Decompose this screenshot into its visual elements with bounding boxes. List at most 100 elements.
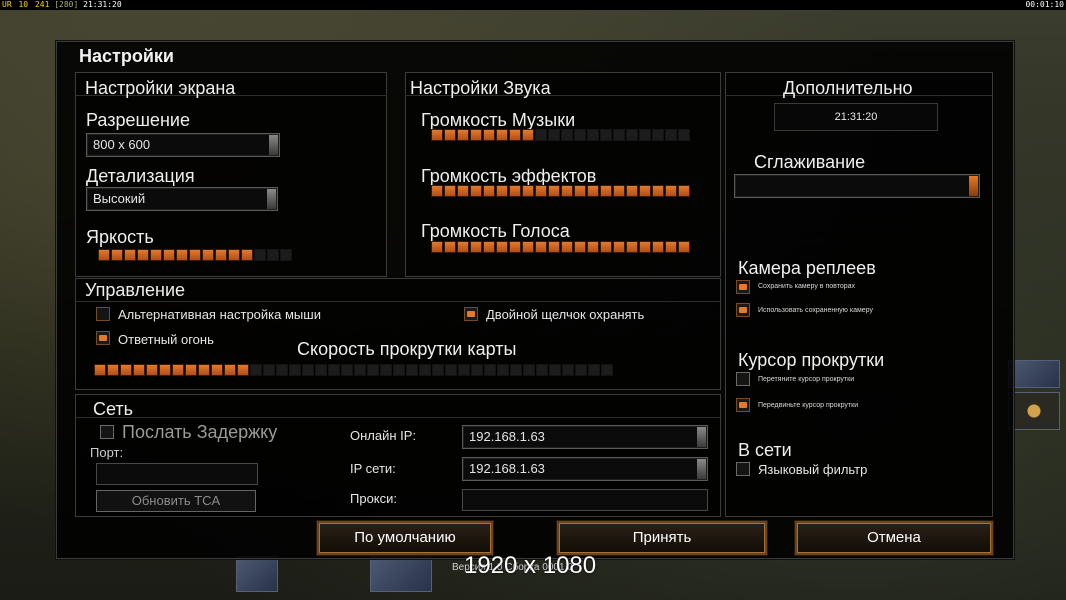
replay-save-camera-checkbox[interactable] (736, 280, 750, 294)
slider-segment (548, 185, 560, 197)
scroll-move-label: Передвиньте курсор прокрутки (758, 402, 859, 409)
slider-segment (562, 364, 574, 376)
slider-segment (107, 364, 119, 376)
language-filter-label: Языковый фильтр (758, 462, 868, 477)
antialias-select[interactable] (734, 174, 980, 198)
topbar-n2: 241 (34, 0, 50, 9)
scroll-speed-slider[interactable] (94, 364, 613, 378)
slider-segment (626, 129, 638, 141)
slider-segment (587, 241, 599, 253)
background-unit-tile (236, 556, 278, 592)
slider-segment (280, 249, 292, 261)
slider-segment (176, 249, 188, 261)
slider-segment (431, 129, 443, 141)
double-click-guard-label: Двойной щелчок охранять (486, 307, 645, 322)
slider-segment (600, 241, 612, 253)
online-ip-select[interactable]: 192.168.1.63 (462, 425, 708, 449)
scroll-drag-checkbox[interactable] (736, 372, 750, 386)
return-fire-checkbox[interactable] (96, 331, 110, 345)
online-header: В сети (738, 440, 792, 460)
slider-segment (393, 364, 405, 376)
lan-ip-select[interactable]: 192.168.1.63 (462, 457, 708, 481)
slider-segment (549, 364, 561, 376)
slider-segment (328, 364, 340, 376)
cancel-button[interactable]: Отмена (795, 521, 993, 555)
scroll-speed-label: Скорость прокрутки карты (297, 339, 517, 359)
resolution-overlay: 1920 x 1080 (464, 552, 597, 579)
slider-segment (470, 185, 482, 197)
port-input[interactable] (96, 463, 258, 485)
slider-segment (431, 185, 443, 197)
slider-segment (613, 129, 625, 141)
slider-segment (483, 241, 495, 253)
scroll-move-checkbox[interactable] (736, 398, 750, 412)
slider-segment (133, 364, 145, 376)
resolution-select[interactable]: 800 x 600 (86, 133, 280, 157)
detail-value: Высокий (93, 191, 146, 206)
slider-segment (470, 241, 482, 253)
music-volume-slider[interactable] (431, 129, 690, 143)
send-delay-checkbox[interactable] (100, 425, 114, 439)
slider-segment (665, 241, 677, 253)
slider-segment (678, 185, 690, 197)
update-tca-button[interactable]: Обновить TCA (96, 490, 256, 512)
proxy-label: Прокси: (350, 491, 398, 506)
slider-segment (639, 241, 651, 253)
slider-segment (137, 249, 149, 261)
music-volume-label: Громкость Музыки (421, 110, 576, 130)
double-click-guard-checkbox[interactable] (464, 307, 478, 321)
slider-segment (185, 364, 197, 376)
accept-button[interactable]: Принять (557, 521, 767, 555)
control-header: Управление (85, 280, 186, 300)
lan-ip-label: IP сети: (350, 461, 396, 476)
detail-select[interactable]: Высокий (86, 187, 278, 211)
slider-segment (561, 129, 573, 141)
slider-segment (652, 241, 664, 253)
resolution-label: Разрешение (86, 110, 190, 130)
slider-segment (509, 241, 521, 253)
slider-segment (457, 185, 469, 197)
slider-segment (458, 364, 470, 376)
slider-segment (172, 364, 184, 376)
slider-segment (457, 241, 469, 253)
language-filter-checkbox[interactable] (736, 462, 750, 476)
slider-segment (120, 364, 132, 376)
slider-segment (496, 185, 508, 197)
slider-segment (241, 249, 253, 261)
chevron-down-icon (267, 189, 276, 209)
slider-segment (613, 241, 625, 253)
proxy-input[interactable] (462, 489, 708, 511)
slider-segment (276, 364, 288, 376)
slider-segment (224, 364, 236, 376)
slider-segment (522, 185, 534, 197)
slider-segment (341, 364, 353, 376)
slider-segment (600, 129, 612, 141)
background-minimap-tile (1008, 360, 1060, 388)
slider-segment (626, 241, 638, 253)
slider-segment (509, 185, 521, 197)
replay-camera-header: Камера реплеев (738, 258, 876, 278)
defaults-button[interactable]: По умолчанию (317, 521, 493, 555)
slider-segment (211, 364, 223, 376)
network-panel: Сеть Послать Задержку Порт: Обновить TCA… (75, 394, 721, 517)
extra-settings-panel: Дополнительно 21:31:20 Сглаживание Камер… (725, 72, 993, 517)
screen-settings-panel: Настройки экрана Разрешение 800 x 600 Де… (75, 72, 387, 277)
slider-segment (444, 185, 456, 197)
antialias-label: Сглаживание (754, 152, 866, 172)
sound-settings-header: Настройки Звука (410, 78, 551, 98)
alt-mouse-checkbox[interactable] (96, 307, 110, 321)
scroll-drag-label: Перетяните курсор прокрутки (758, 376, 855, 383)
slider-segment (250, 364, 262, 376)
replay-use-camera-checkbox[interactable] (736, 303, 750, 317)
slider-segment (535, 241, 547, 253)
brightness-slider[interactable] (98, 249, 292, 263)
slider-segment (444, 241, 456, 253)
slider-segment (98, 249, 110, 261)
slider-segment (198, 364, 210, 376)
port-label: Порт: (90, 445, 124, 460)
voice-volume-label: Громкость Голоса (421, 221, 570, 241)
slider-segment (483, 129, 495, 141)
effects-volume-slider[interactable] (431, 185, 690, 199)
settings-dialog: Настройки Настройки экрана Разрешение 80… (56, 41, 1014, 559)
voice-volume-slider[interactable] (431, 241, 690, 255)
